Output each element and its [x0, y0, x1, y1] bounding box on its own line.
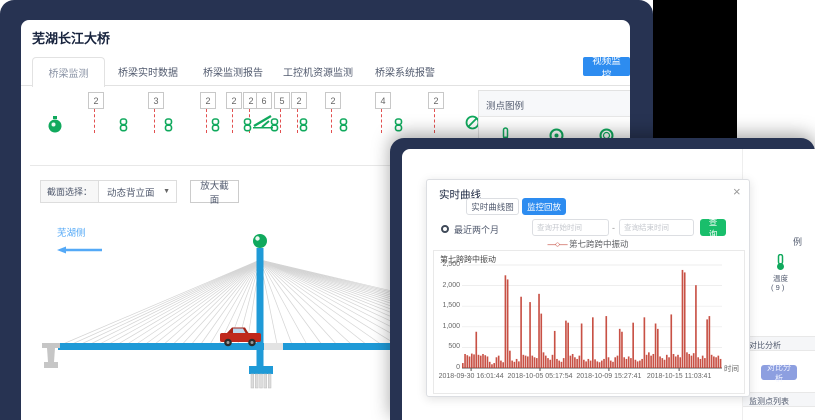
x-axis-tick-label: 2018-10-09 15:27:41 — [576, 373, 641, 380]
tab-monitor-report[interactable]: 桥梁监测报告 — [203, 64, 263, 79]
legend-marker-icon: —○— — [547, 239, 566, 249]
dialog-window-frame: 例 温度 ( 9 ) 对比分析 对比分析 监测点列表 实时曲线 × 实时曲线图 … — [390, 138, 815, 420]
chain-sensor-icon[interactable] — [211, 118, 220, 137]
close-icon[interactable]: × — [733, 184, 741, 199]
query-start-time-input[interactable] — [532, 219, 609, 236]
y-axis-tick-label: 1,000 — [434, 323, 460, 330]
sensor-dash-line — [232, 109, 233, 133]
legend-panel-title: 测点图例 — [486, 98, 524, 112]
y-axis-tick-label: 500 — [434, 343, 460, 350]
realtime-curve-dialog: 实时曲线 × 实时曲线图 监控回放 最近两个月 - 查询 —○— 第七跨跨中振动… — [426, 179, 750, 397]
chain-sensor-icon[interactable] — [299, 118, 308, 137]
sensor-count-box: 2 — [428, 92, 444, 109]
page-title: 芜湖长江大桥 — [32, 28, 110, 47]
chain-sensor-icon[interactable] — [339, 118, 348, 137]
range-separator: - — [612, 223, 615, 233]
sensor-dash-line — [331, 109, 332, 133]
legend-panel-header: 测点图例 — [479, 91, 630, 117]
compare-header-label: 对比分析 — [749, 340, 781, 351]
sensor-dash-line — [381, 109, 382, 133]
sensor-dash-line — [280, 109, 281, 133]
section-select-label: 截面选择： — [40, 180, 99, 203]
jack-sensor-icon[interactable] — [252, 113, 274, 134]
vibration-chart — [434, 251, 744, 393]
chain-sensor-icon[interactable] — [394, 118, 403, 137]
x-axis-tick-label: 2018-10-15 11:03:41 — [647, 373, 711, 380]
tab-realtime-curve[interactable]: 实时曲线图 — [466, 198, 519, 215]
sensor-dash-line — [434, 109, 435, 133]
compare-section-header: 对比分析 — [743, 336, 815, 351]
sensor-dash-line — [154, 109, 155, 133]
sensor-count-box: 6 — [256, 92, 272, 109]
temperature-count: ( 9 ) — [771, 283, 784, 292]
x-axis-title: 时间 — [724, 363, 739, 374]
chain-sensor-icon[interactable] — [119, 118, 128, 137]
background-gap — [653, 0, 737, 138]
last-two-months-radio[interactable] — [441, 225, 449, 233]
y-axis-tick-label: 0 — [434, 364, 460, 371]
video-monitor-button[interactable]: 视频监控 — [583, 57, 630, 76]
query-end-time-input[interactable] — [619, 219, 694, 236]
section-select-dropdown[interactable]: 动态背立面 ▼ — [98, 180, 177, 203]
tab-bridge-monitoring[interactable]: 桥梁监测 — [32, 57, 105, 87]
y-axis-tick-label: 1,500 — [434, 302, 460, 309]
x-axis-tick-label: 2018-09-30 16:01:44 — [439, 373, 504, 380]
stopwatch-icon[interactable] — [47, 116, 63, 138]
sensor-count-box: 4 — [375, 92, 391, 109]
legend-series-label: 第七跨跨中振动 — [569, 239, 629, 249]
y-axis-tick-label: 2,000 — [434, 282, 460, 289]
sensor-count-box: 3 — [148, 92, 164, 109]
compare-analysis-button[interactable]: 对比分析 — [761, 365, 797, 380]
point-list-label: 监测点列表 — [749, 396, 789, 407]
dialog-window: 例 温度 ( 9 ) 对比分析 对比分析 监测点列表 实时曲线 × 实时曲线图 … — [402, 149, 815, 420]
chevron-down-icon: ▼ — [163, 188, 170, 195]
vibration-chart-panel: 第七跨跨中振动 05001,0001,5002,0002,5002018-09-… — [433, 250, 745, 394]
sensor-count-box: 2 — [325, 92, 341, 109]
tab-divider — [21, 85, 630, 86]
sensor-dash-line — [297, 109, 298, 133]
sensor-dash-line — [94, 109, 95, 133]
last-two-months-label: 最近两个月 — [454, 223, 499, 236]
sensor-count-box: 2 — [200, 92, 216, 109]
query-button[interactable]: 查询 — [700, 219, 726, 236]
legend-header-clipped: 例 — [793, 235, 815, 247]
tab-realtime-data[interactable]: 桥梁实时数据 — [118, 64, 178, 79]
enlarge-section-button[interactable]: 放大截面 — [190, 180, 239, 203]
sensor-count-box: 5 — [274, 92, 290, 109]
chart-legend[interactable]: —○— 第七跨跨中振动 — [427, 238, 749, 250]
tab-monitor-playback[interactable]: 监控回放 — [522, 198, 566, 215]
section-select-value: 动态背立面 — [107, 185, 155, 199]
chain-sensor-icon[interactable] — [243, 118, 252, 137]
sensor-count-box: 2 — [291, 92, 307, 109]
sensor-count-box: 2 — [226, 92, 242, 109]
x-axis-tick-label: 2018-10-05 05:17:54 — [508, 373, 573, 380]
y-axis-tick-label: 2,500 — [434, 261, 460, 268]
tab-ipc-resource[interactable]: 工控机资源监测 — [283, 64, 353, 79]
tab-system-alarm[interactable]: 桥梁系统报警 — [375, 64, 435, 79]
sensor-count-box: 2 — [88, 92, 104, 109]
point-list-section-header: 监测点列表 — [743, 392, 815, 407]
screenshot-stage: 芜湖长江大桥 桥梁监测 桥梁实时数据 桥梁监测报告 工控机资源监测 桥梁系统报警… — [0, 0, 815, 420]
sensor-dash-line — [206, 109, 207, 133]
chain-sensor-icon[interactable] — [164, 118, 173, 137]
